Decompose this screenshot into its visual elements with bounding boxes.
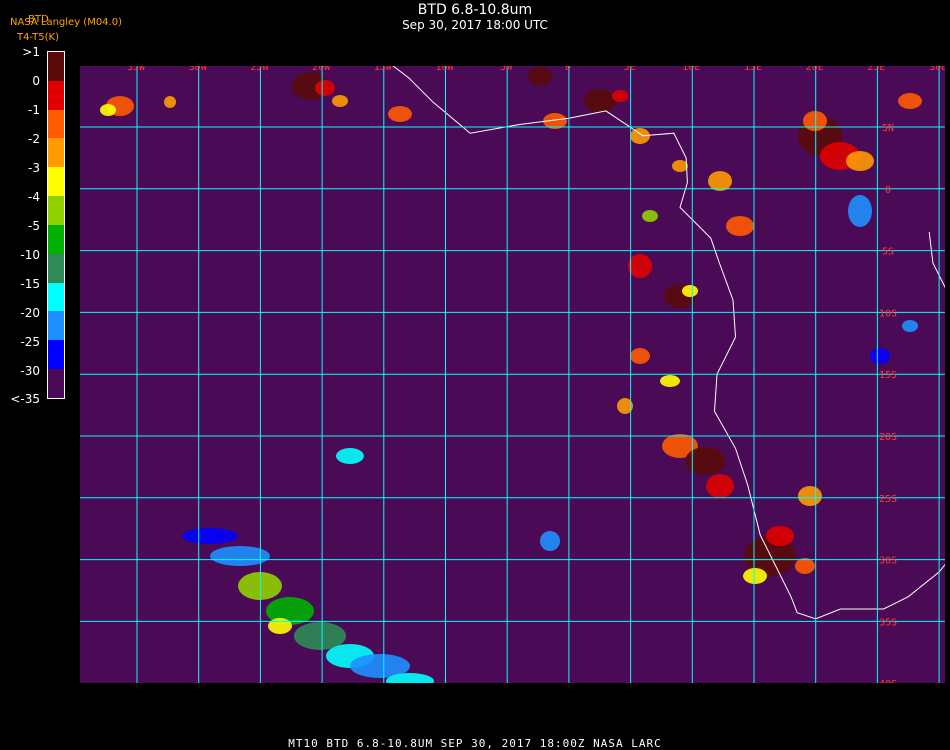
longitude-label: 25E <box>867 66 885 73</box>
cloud-cell <box>846 151 874 171</box>
color-legend-bar <box>47 51 65 399</box>
latitude-label: 40S <box>879 679 897 683</box>
cloud-cell <box>803 111 827 131</box>
lat-lon-grid <box>80 66 945 683</box>
cloud-cell <box>798 486 822 506</box>
latitude-label: 5S <box>882 247 894 258</box>
cloud-cell <box>528 67 552 85</box>
legend-color-swatch <box>48 224 64 254</box>
legend-tick-label: -10 <box>20 248 40 262</box>
legend-color-swatch <box>48 369 64 398</box>
legend-tick-label: -1 <box>28 103 40 117</box>
longitude-label: 20W <box>312 66 331 73</box>
longitude-label: 10W <box>435 66 454 73</box>
cloud-cell <box>540 531 560 551</box>
legend-tick-label: -3 <box>28 161 40 175</box>
longitude-label: 15E <box>744 66 762 73</box>
cloud-cell <box>332 95 348 107</box>
legend-color-swatch <box>48 196 64 225</box>
longitude-label: 5W <box>500 66 513 73</box>
legend-color-swatch <box>48 311 64 341</box>
legend-title: BTD <box>28 14 49 25</box>
cloud-cell <box>682 285 698 297</box>
legend-color-swatch <box>48 253 64 283</box>
legend-tick-label: >1 <box>22 45 40 59</box>
legend-tick-label: -5 <box>28 219 40 233</box>
cloud-cell <box>870 348 890 364</box>
cloud-layer <box>100 67 922 683</box>
legend-color-swatch <box>48 138 64 168</box>
cloud-cell <box>795 558 815 574</box>
lake-tanganyika <box>928 232 945 289</box>
legend-color-swatch <box>48 80 64 110</box>
cloud-cell <box>628 254 652 278</box>
cloud-cell <box>182 528 238 544</box>
legend-color-swatch <box>48 109 64 139</box>
latitude-label: 0 <box>885 185 891 196</box>
cloud-cell <box>660 375 680 387</box>
legend-tick-label: <-35 <box>10 392 40 406</box>
cloud-cell <box>708 171 732 191</box>
cloud-cell <box>612 90 628 102</box>
footer-caption: MT10 BTD 6.8-10.8UM SEP 30, 2017 18:00Z … <box>288 737 662 750</box>
cloud-cell <box>584 89 616 113</box>
map-canvas: 35W 30W 25W 20W 15W 10W 5W 0 5E 10E 15E 20E 25E 30E 35… <box>80 66 945 683</box>
cloud-cell <box>726 216 754 236</box>
latitude-label: 35S <box>879 617 897 628</box>
longitude-label: 35W <box>127 66 146 73</box>
longitude-label: 30W <box>189 66 208 73</box>
cloud-cell <box>848 195 872 227</box>
cloud-cell <box>315 80 335 96</box>
legend-tick-label: -2 <box>28 132 40 146</box>
legend-tick-label: -15 <box>20 277 40 291</box>
latitude-label: 25S <box>879 494 897 505</box>
image-title: BTD 6.8-10.8um <box>417 2 533 18</box>
longitude-label: 30E <box>929 66 945 73</box>
cloud-cell <box>642 210 658 222</box>
legend-unit: T4-T5(K) <box>17 32 59 43</box>
legend-color-swatch <box>48 167 64 197</box>
legend-tick-label: -20 <box>20 306 40 320</box>
legend-tick-label: 0 <box>32 74 40 88</box>
cloud-cell <box>100 104 116 116</box>
cloud-cell <box>706 474 734 498</box>
satellite-map: 35W 30W 25W 20W 15W 10W 5W 0 5E 10E 15E 20E 25E 30E 35… <box>80 66 945 683</box>
latitude-label: 15S <box>879 370 897 381</box>
cloud-cell <box>268 618 292 634</box>
cloud-cell <box>902 320 918 332</box>
longitude-label: 25W <box>250 66 269 73</box>
image-timestamp: Sep 30, 2017 18:00 UTC <box>402 18 548 32</box>
cloud-cell <box>630 128 650 144</box>
cloud-cell <box>766 526 794 546</box>
cloud-cell <box>672 160 688 172</box>
longitude-label: 15W <box>374 66 393 73</box>
longitude-label: 20E <box>806 66 824 73</box>
cloud-cell <box>685 447 725 475</box>
legend-tick-label: -25 <box>20 335 40 349</box>
cloud-cell <box>743 568 767 584</box>
cloud-cell <box>630 348 650 364</box>
latitude-label: 30S <box>879 556 897 567</box>
cloud-cell <box>210 546 270 566</box>
cloud-cell <box>336 448 364 464</box>
latitude-label: 5N <box>882 123 894 134</box>
cloud-cell <box>388 106 412 122</box>
longitude-label: 10E <box>682 66 700 73</box>
latitude-label: 20S <box>879 432 897 443</box>
longitude-label: 0 <box>565 66 571 73</box>
latitude-label: 10S <box>879 308 897 319</box>
cloud-cell <box>898 93 922 109</box>
source-label: NASA Langley (M04.0) <box>10 17 122 28</box>
cloud-cell <box>164 96 176 108</box>
legend-tick-label: -4 <box>28 190 40 204</box>
legend-color-swatch <box>48 52 64 81</box>
legend-tick-label: -30 <box>20 364 40 378</box>
legend-color-swatch <box>48 340 64 370</box>
longitude-label: 5E <box>624 66 636 73</box>
legend-color-swatch <box>48 282 64 312</box>
